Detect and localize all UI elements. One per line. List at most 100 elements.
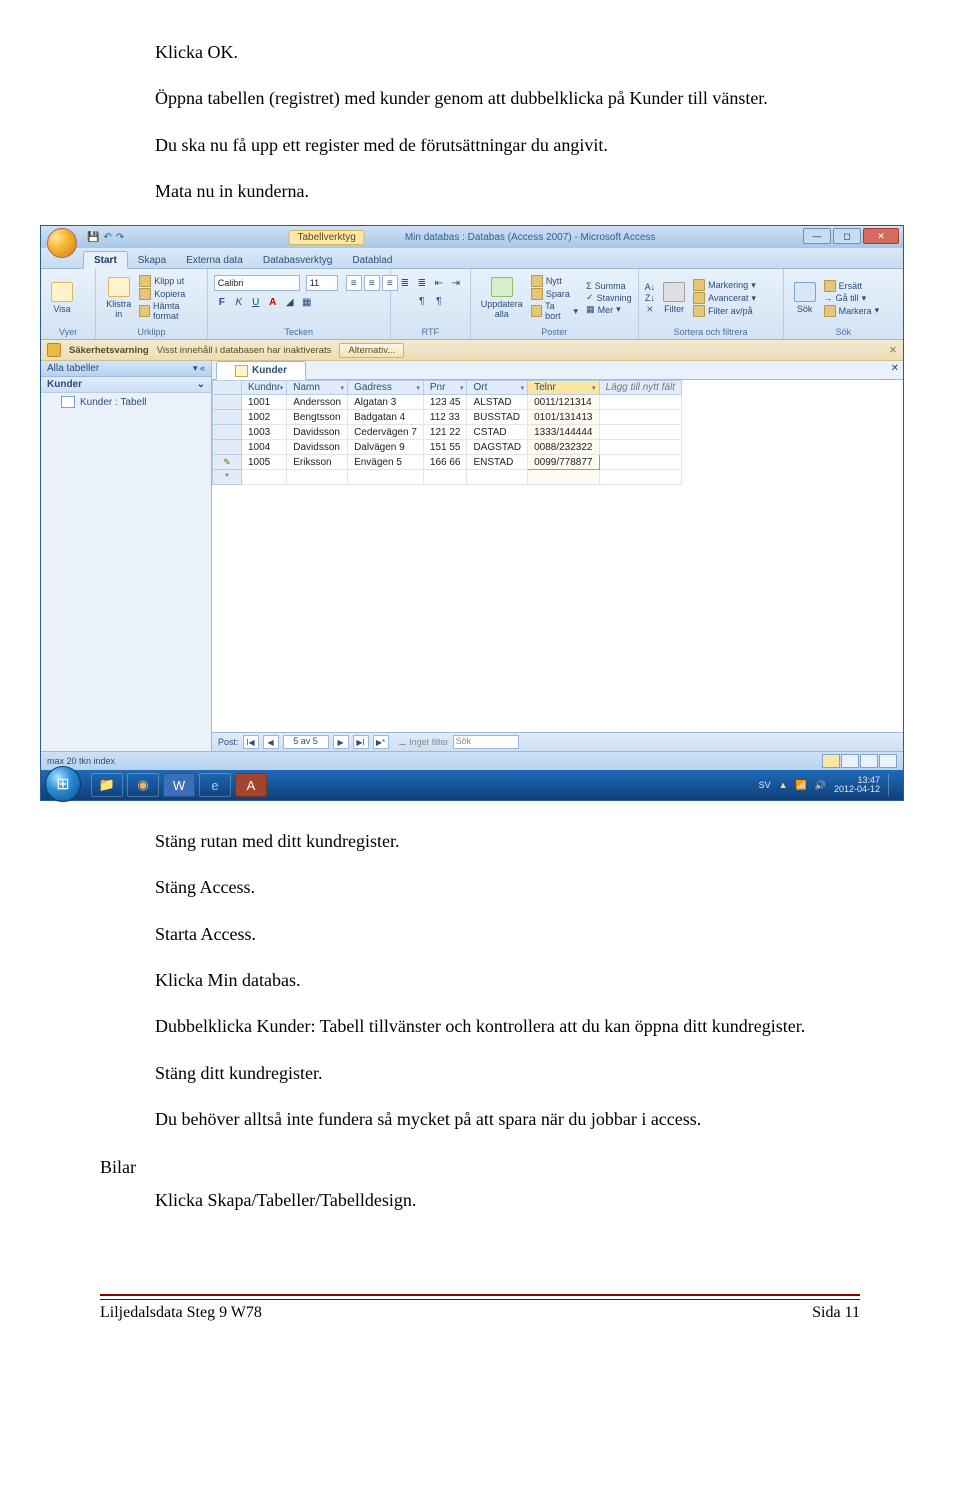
access-icon[interactable]: A	[235, 773, 267, 797]
cell[interactable]: ALSTAD	[467, 395, 528, 410]
cell[interactable]: Algatan 3	[348, 395, 424, 410]
column-header[interactable]: Ort▾	[467, 381, 528, 395]
kunder-table[interactable]: Kundnr▾Namn▾Gadress▾Pnr▾Ort▾Telnr▾Lägg t…	[212, 380, 682, 485]
network-icon[interactable]: 📶	[796, 780, 807, 791]
first-record-button[interactable]: I◀	[243, 735, 259, 749]
chevron-down-icon[interactable]: ▾ «	[193, 363, 205, 374]
cell[interactable]: 0101/131413	[528, 410, 599, 425]
ribbon-tab-skapa[interactable]: Skapa	[128, 252, 176, 268]
view-button[interactable]: Visa	[47, 280, 77, 316]
advanced-filter-button[interactable]: Avancerat ▾	[693, 292, 756, 304]
office-orb-icon[interactable]	[47, 228, 77, 258]
pivotchart-view-button[interactable]	[860, 754, 878, 768]
cell[interactable]: 1004	[242, 440, 287, 455]
cell[interactable]	[599, 425, 681, 440]
cell[interactable]	[599, 395, 681, 410]
font-selector[interactable]: Calibri	[214, 275, 300, 291]
show-desktop-button[interactable]	[888, 774, 897, 796]
minimize-button[interactable]: —	[803, 228, 831, 244]
goto-button[interactable]: → Gå till ▾	[824, 293, 880, 304]
new-record-nav-button[interactable]: ▶*	[373, 735, 389, 749]
next-record-button[interactable]: ▶	[333, 735, 349, 749]
close-button[interactable]: ✕	[863, 228, 899, 244]
cell[interactable]: 0011/121314	[528, 395, 599, 410]
italic-button[interactable]: K	[231, 294, 247, 310]
recnav-search[interactable]: Sök	[453, 735, 519, 749]
nav-item-kunder[interactable]: Kunder : Tabell	[41, 393, 211, 411]
explorer-icon[interactable]: 📁	[91, 773, 123, 797]
word-icon[interactable]: W	[163, 773, 195, 797]
maximize-button[interactable]: ◻	[833, 228, 861, 244]
datasheet-view-button[interactable]	[822, 754, 840, 768]
spelling-button[interactable]: ✓ Stavning	[586, 292, 632, 303]
cell[interactable]: Eriksson	[287, 455, 348, 470]
cell[interactable]	[528, 470, 599, 485]
save-icon[interactable]: 💾	[87, 232, 99, 243]
cell[interactable]: DAGSTAD	[467, 440, 528, 455]
replace-button[interactable]: Ersätt	[824, 280, 880, 292]
refresh-button[interactable]: Uppdatera alla	[477, 275, 527, 321]
bold-button[interactable]: F	[214, 294, 230, 310]
find-button[interactable]: Sök	[790, 280, 820, 316]
quick-access-toolbar[interactable]: 💾 ↶ ↷	[87, 232, 124, 243]
cut-button[interactable]: Klipp ut	[139, 275, 201, 287]
cell[interactable]: 1333/144444	[528, 425, 599, 440]
bullets-icon[interactable]: ≣	[397, 275, 413, 291]
cell[interactable]: Davidsson	[287, 440, 348, 455]
cell[interactable]	[287, 470, 348, 485]
sort-desc-button[interactable]: Z↓	[645, 293, 655, 303]
cell[interactable]: Bengtsson	[287, 410, 348, 425]
cell[interactable]	[242, 470, 287, 485]
cell[interactable]: 1001	[242, 395, 287, 410]
underline-button[interactable]: U	[248, 294, 264, 310]
nav-header[interactable]: Alla tabeller ▾ «	[41, 361, 211, 377]
cell[interactable]: CSTAD	[467, 425, 528, 440]
last-record-button[interactable]: ▶I	[353, 735, 369, 749]
cell[interactable]: 1002	[242, 410, 287, 425]
totals-button[interactable]: Σ Summa	[586, 281, 632, 291]
start-button[interactable]: ⊞	[45, 766, 81, 802]
copy-button[interactable]: Kopiera	[139, 288, 201, 300]
cell[interactable]	[599, 440, 681, 455]
column-header[interactable]: Namn▾	[287, 381, 348, 395]
clear-sort-button[interactable]: ⨯	[646, 304, 654, 315]
gridlines-button[interactable]: ▦	[299, 294, 315, 310]
delete-record-button[interactable]: Ta bort ▾	[531, 301, 578, 321]
save-record-button[interactable]: Spara	[531, 288, 578, 300]
cell[interactable]	[599, 410, 681, 425]
new-row-selector[interactable]: *	[213, 470, 242, 485]
align-left-icon[interactable]: ≡	[346, 275, 362, 291]
row-selector[interactable]	[213, 425, 242, 440]
cell[interactable]	[423, 470, 467, 485]
close-bar-icon[interactable]: ✕	[889, 345, 897, 356]
security-options-button[interactable]: Alternativ...	[339, 343, 404, 358]
redo-icon[interactable]: ↷	[116, 232, 124, 243]
cell[interactable]: 1005	[242, 455, 287, 470]
cell[interactable]: 121 22	[423, 425, 467, 440]
indent-inc-icon[interactable]: ⇥	[448, 275, 464, 291]
toggle-filter-button[interactable]: Filter av/på	[693, 305, 756, 317]
cell[interactable]: BUSSTAD	[467, 410, 528, 425]
sort-asc-button[interactable]: A↓	[645, 282, 656, 292]
close-tab-icon[interactable]: ✕	[891, 363, 899, 374]
ribbon-tab-start[interactable]: Start	[83, 251, 128, 269]
ltr-icon[interactable]: ¶	[414, 293, 430, 309]
ie-icon[interactable]: e	[199, 773, 231, 797]
paste-button[interactable]: Klistra in	[102, 275, 135, 321]
cell[interactable]: 123 45	[423, 395, 467, 410]
cell[interactable]: 0099/778877	[528, 455, 599, 470]
column-header[interactable]: Pnr▾	[423, 381, 467, 395]
cell[interactable]: 166 66	[423, 455, 467, 470]
design-view-button[interactable]	[879, 754, 897, 768]
ribbon-tab-externa[interactable]: Externa data	[176, 252, 253, 268]
row-selector[interactable]	[213, 395, 242, 410]
select-button[interactable]: Markera ▾	[824, 305, 880, 317]
record-position[interactable]: 5 av 5	[283, 735, 329, 749]
indent-dec-icon[interactable]: ⇤	[431, 275, 447, 291]
cell[interactable]	[467, 470, 528, 485]
cell[interactable]: 1003	[242, 425, 287, 440]
cell[interactable]	[599, 470, 681, 485]
column-header[interactable]: Telnr▾	[528, 381, 599, 395]
cell[interactable]: Envägen 5	[348, 455, 424, 470]
format-painter-button[interactable]: Hämta format	[139, 301, 201, 321]
